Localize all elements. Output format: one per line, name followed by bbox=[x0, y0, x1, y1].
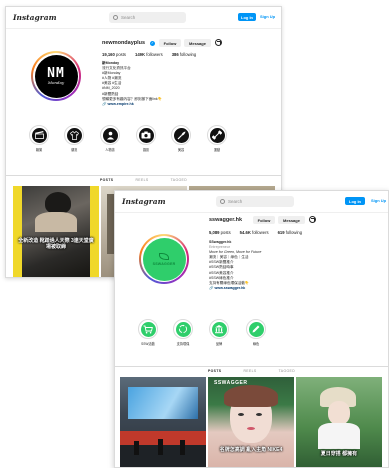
post-tile[interactable]: 全新改造 靴踏過人天際 3連天堂廣場被取締 bbox=[13, 186, 99, 277]
more-options-icon[interactable] bbox=[215, 39, 222, 46]
profile-avatar[interactable]: NM Monday bbox=[31, 51, 81, 101]
tab-tagged[interactable]: TAGGED bbox=[171, 178, 187, 183]
highlight-eco-support[interactable]: 支持環保 bbox=[172, 319, 194, 346]
post-caption: 夏日穿搭 都擁有 bbox=[320, 451, 358, 457]
post-caption: 名牌怎高調 亂入主角 NIKE4 bbox=[219, 447, 283, 453]
highlight-ssw-events[interactable]: SSW活動 bbox=[137, 319, 159, 346]
search-icon bbox=[113, 15, 118, 20]
highlight-brand[interactable]: 品牌 bbox=[208, 319, 230, 346]
post-caption: 全新改造 靴踏過人天際 3連天堂廣場被取締 bbox=[18, 238, 94, 250]
login-button[interactable]: Log In bbox=[345, 197, 365, 205]
makeup-brush-icon bbox=[173, 127, 189, 143]
post-tile[interactable] bbox=[120, 377, 206, 467]
search-input[interactable]: Search bbox=[109, 12, 186, 23]
profile-stats: 19,160 posts 149K followers 386 followin… bbox=[102, 52, 196, 57]
highlight-photography[interactable]: 攝影 bbox=[135, 125, 157, 152]
highlight-entertainment[interactable]: 娛樂 bbox=[28, 125, 50, 152]
bio-link[interactable]: 🔗 www.empire.hk bbox=[102, 102, 162, 107]
pencil-icon bbox=[248, 321, 264, 337]
posts-count: 19,160 posts bbox=[102, 52, 126, 57]
verified-badge-icon: ✓ bbox=[150, 41, 155, 46]
search-icon bbox=[220, 199, 225, 204]
avatar-wordmark: SSWAGGER bbox=[152, 261, 176, 266]
person-icon bbox=[102, 127, 118, 143]
recycle-icon bbox=[175, 321, 191, 337]
more-options-icon[interactable] bbox=[309, 216, 316, 223]
highlight-sports[interactable]: 運動 bbox=[206, 125, 228, 152]
highlight-beauty[interactable]: 美容 bbox=[170, 125, 192, 152]
tab-reels[interactable]: REELS bbox=[243, 369, 256, 374]
post-tile[interactable]: SSWAGGER 名牌怎高調 亂入主角 NIKE4 bbox=[208, 377, 294, 467]
follow-button[interactable]: Follow bbox=[253, 216, 275, 224]
tab-tagged[interactable]: TAGGED bbox=[279, 369, 295, 374]
highlight-people[interactable]: 人物誌 bbox=[99, 125, 121, 152]
search-input[interactable]: Search bbox=[216, 196, 294, 207]
profile-tabs: POSTS REELS TAGGED bbox=[115, 366, 388, 374]
posts-grid: SSWAGGER 名牌怎高調 亂入主角 NIKE4 夏日穿搭 都擁有 bbox=[120, 377, 382, 467]
instagram-logo[interactable]: Instagram bbox=[122, 197, 166, 206]
following-count[interactable]: 386 following bbox=[172, 52, 196, 57]
following-count[interactable]: 619 following bbox=[278, 230, 302, 235]
followers-count[interactable]: 54.6K followers bbox=[240, 230, 269, 235]
followers-count[interactable]: 149K followers bbox=[135, 52, 163, 57]
avatar-monogram: NM bbox=[47, 66, 65, 81]
profile-stats: 5,089 posts 54.6K followers 619 followin… bbox=[209, 230, 302, 235]
bio-link[interactable]: 🔗 www.sswagger.hk bbox=[209, 286, 261, 291]
posts-count: 5,089 posts bbox=[209, 230, 231, 235]
tab-reels[interactable]: REELS bbox=[135, 178, 148, 183]
tab-posts[interactable]: POSTS bbox=[100, 178, 114, 183]
top-nav: Instagram Search Log In Sign Up bbox=[115, 191, 388, 213]
profile-bio: 新Monday 流行文化資訊平台 #新Monday #人物 #潮流 #美容 #生… bbox=[102, 61, 163, 107]
clapperboard-icon bbox=[31, 127, 47, 143]
shopping-cart-icon bbox=[140, 321, 156, 337]
login-button[interactable]: Log In bbox=[238, 13, 256, 21]
building-icon bbox=[211, 321, 227, 337]
highlight-green[interactable]: 綠色 bbox=[245, 319, 267, 346]
highlight-fashion[interactable]: 潮流 bbox=[63, 125, 85, 152]
profile-username: sswagger.hk bbox=[209, 217, 243, 223]
message-button[interactable]: Message bbox=[184, 39, 211, 47]
profile-username: newmondayplus bbox=[102, 40, 146, 46]
dumbbell-icon bbox=[209, 127, 225, 143]
post-tile[interactable]: 夏日穿搭 都擁有 bbox=[296, 377, 382, 467]
profile-bio: SSwagger.hk Entrepreneur Move for Green,… bbox=[209, 240, 262, 291]
profile-avatar[interactable]: SSWAGGER bbox=[139, 234, 189, 284]
top-nav: Instagram Search Log In Sign Up bbox=[6, 7, 281, 29]
profile-window-sswagger: Instagram Search Log In Sign Up SSWAGGER… bbox=[114, 190, 389, 468]
avatar-sub: Monday bbox=[47, 80, 65, 85]
camera-icon bbox=[138, 127, 154, 143]
signup-link[interactable]: Sign Up bbox=[371, 198, 386, 203]
instagram-logo[interactable]: Instagram bbox=[13, 13, 57, 22]
tab-posts[interactable]: POSTS bbox=[208, 369, 222, 374]
message-button[interactable]: Message bbox=[278, 216, 305, 224]
signup-link[interactable]: Sign Up bbox=[260, 14, 275, 19]
leaf-icon bbox=[159, 252, 169, 260]
shirt-icon bbox=[66, 127, 82, 143]
profile-tabs: POSTS REELS TAGGED bbox=[6, 175, 281, 183]
follow-button[interactable]: Follow bbox=[159, 39, 181, 47]
